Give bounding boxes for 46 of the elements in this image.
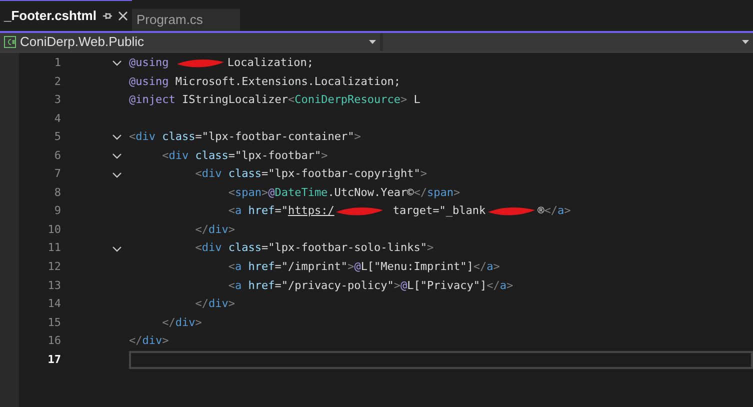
csharp-project-icon [4, 36, 16, 48]
code-line: <a href="https:/ target="_blank ®</a> [228, 203, 571, 220]
code-line: </div> [129, 333, 169, 350]
code-line: @using Localization; [129, 55, 314, 72]
collapse-chevron-icon[interactable] [112, 172, 122, 178]
code-line: @inject IStringLocalizer<ConiDerpResource> L [129, 92, 420, 108]
close-icon[interactable] [118, 11, 128, 21]
code-line: <a href="/privacy-policy">@L["Privacy"]</a> [228, 278, 514, 294]
line-number: 1 [53, 55, 61, 72]
code-line: </div> [195, 296, 235, 312]
code-line: @using Microsoft.Extensions.Localization; [129, 74, 401, 90]
line-number: 9 [53, 203, 61, 220]
line-number: 11 [46, 240, 61, 256]
pin-icon[interactable] [102, 12, 112, 20]
line-number: 15 [46, 314, 61, 331]
line-number: 8 [53, 184, 61, 201]
code-line: <div class="lpx-footbar-container"> [129, 129, 361, 146]
dropdown-caret-icon[interactable] [742, 40, 749, 44]
code-line: <div class="lpx-footbar-solo-links"> [195, 240, 434, 256]
dropdown-caret-icon[interactable] [369, 40, 376, 44]
collapse-chevron-icon[interactable] [112, 246, 122, 252]
code-line: <div class="lpx-footbar"> [162, 148, 328, 164]
line-number: 16 [46, 333, 61, 350]
project-name: ConiDerp.Web.Public [20, 33, 146, 52]
code-line: </div> [195, 222, 235, 238]
code-line: </div> [162, 314, 202, 331]
collapse-chevron-icon[interactable] [112, 153, 122, 159]
line-number: 17 [46, 352, 61, 368]
project-dropdown[interactable]: ConiDerp.Web.Public [0, 33, 380, 51]
line-number: 7 [53, 166, 61, 182]
line-number: 4 [53, 110, 61, 127]
collapse-chevron-icon[interactable] [112, 60, 122, 66]
editor-tab[interactable]: Program.cs [132, 9, 240, 31]
code-line: <a href="/imprint">@L["Menu:Imprint"]</a> [228, 259, 500, 276]
line-number: 13 [46, 278, 61, 294]
code-line: <div class="lpx-footbar-copyright"> [195, 166, 428, 182]
line-number: 10 [46, 222, 61, 238]
editor-tab[interactable]: _Footer.cshtml [0, 0, 132, 31]
code-line: <span>@DateTime.UtcNow.Year©</span> [228, 184, 460, 201]
line-number: 3 [53, 92, 61, 108]
line-number: 5 [53, 129, 61, 146]
collapse-chevron-icon[interactable] [112, 134, 122, 140]
line-number: 12 [46, 259, 61, 276]
line-number: 6 [53, 148, 61, 164]
line-number: 2 [53, 74, 61, 90]
line-number: 14 [46, 296, 61, 312]
